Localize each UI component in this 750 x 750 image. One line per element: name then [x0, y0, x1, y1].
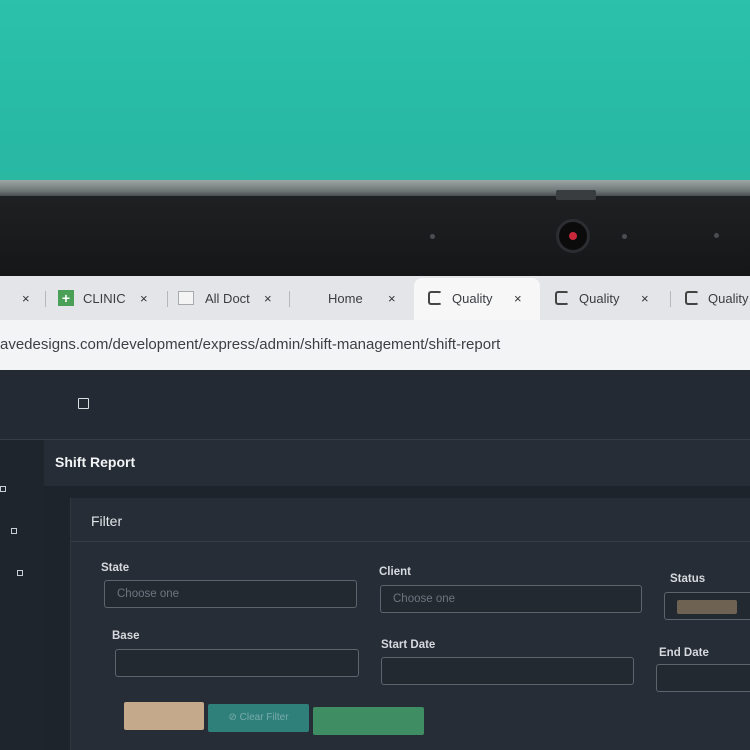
- clear-filter-label: Clear Filter: [239, 712, 289, 723]
- tab-title: Home: [328, 290, 363, 306]
- sensor-dot: [622, 234, 627, 239]
- webcam-icon: [556, 219, 590, 253]
- tab-divider: [167, 291, 168, 307]
- browser-tab[interactable]: + CLINIC ×: [58, 276, 168, 320]
- tab-divider: [45, 291, 46, 307]
- sidebar-icon[interactable]: [11, 528, 17, 534]
- start-date-label: Start Date: [381, 639, 436, 651]
- browser-tab[interactable]: Quality: [685, 276, 750, 320]
- client-select[interactable]: Choose one: [380, 585, 642, 613]
- url-text[interactable]: avedesigns.com/development/express/admin…: [0, 336, 500, 353]
- tab-close-icon[interactable]: ×: [22, 291, 30, 306]
- tab-close-icon[interactable]: ×: [264, 291, 272, 306]
- bezel-notch: [556, 190, 596, 200]
- tab-title: Quality: [708, 290, 749, 306]
- client-placeholder: Choose one: [393, 593, 456, 605]
- sensor-dot: [430, 234, 435, 239]
- app-window: Shift Report Filter State Choose one Cli…: [0, 370, 750, 750]
- client-label: Client: [379, 566, 411, 578]
- end-date-input[interactable]: [656, 664, 750, 692]
- state-label: State: [101, 562, 130, 574]
- page-title: Shift Report: [55, 454, 136, 470]
- filter-title: Filter: [91, 513, 123, 529]
- tab-close-icon[interactable]: ×: [140, 291, 148, 306]
- sidebar-icon[interactable]: [0, 486, 6, 492]
- browser-tab-active[interactable]: Quality ×: [428, 276, 538, 320]
- browser-tab[interactable]: All Doct ×: [178, 276, 288, 320]
- tab-close-icon[interactable]: ×: [388, 291, 396, 306]
- address-bar[interactable]: avedesigns.com/development/express/admin…: [0, 320, 750, 370]
- browser-tab-strip: × + CLINIC × All Doct × Home × Quality ×: [0, 276, 750, 320]
- sensor-dot: [714, 233, 719, 238]
- tab-title: All Doct: [205, 290, 250, 306]
- tab-title: CLINIC: [83, 290, 126, 306]
- end-date-label: End Date: [659, 647, 709, 659]
- browser-tab[interactable]: Quality ×: [555, 276, 667, 320]
- background-wall: [0, 0, 750, 195]
- page-header: Shift Report: [44, 440, 750, 486]
- browser-tab[interactable]: ×: [0, 276, 45, 320]
- filter-panel: Filter State Choose one Client Choose on…: [70, 498, 750, 750]
- tab-close-icon[interactable]: ×: [641, 291, 649, 306]
- export-button[interactable]: [313, 707, 424, 735]
- search-button[interactable]: [124, 702, 204, 730]
- clear-filter-button[interactable]: ⊘ Clear Filter: [208, 704, 309, 732]
- loop-icon: [428, 291, 442, 305]
- sidebar: [0, 440, 44, 750]
- loop-icon: [685, 291, 699, 305]
- clear-filter-icon: ⊘: [228, 712, 237, 723]
- state-placeholder: Choose one: [117, 588, 180, 600]
- tab-divider: [289, 291, 290, 307]
- document-icon: [178, 291, 194, 305]
- browser-tab[interactable]: Home ×: [300, 276, 412, 320]
- status-chip: [677, 600, 737, 614]
- laptop-bezel: [0, 196, 750, 278]
- sidebar-icon[interactable]: [17, 570, 23, 576]
- tab-title: Quality: [579, 290, 620, 306]
- plus-square-icon: +: [58, 290, 74, 306]
- base-label: Base: [112, 630, 140, 642]
- menu-toggle-icon[interactable]: [78, 398, 89, 409]
- tab-close-icon[interactable]: ×: [514, 291, 522, 306]
- loop-icon: [555, 291, 569, 305]
- filter-header[interactable]: Filter: [71, 498, 750, 542]
- status-label: Status: [670, 573, 706, 585]
- base-select[interactable]: [115, 649, 359, 677]
- state-select[interactable]: Choose one: [104, 580, 357, 608]
- app-topbar: [0, 370, 750, 440]
- status-select[interactable]: [664, 592, 750, 620]
- tab-divider: [670, 291, 671, 307]
- start-date-input[interactable]: [381, 657, 634, 685]
- tab-title: Quality: [452, 290, 493, 306]
- laptop-screen: × + CLINIC × All Doct × Home × Quality ×: [0, 276, 750, 750]
